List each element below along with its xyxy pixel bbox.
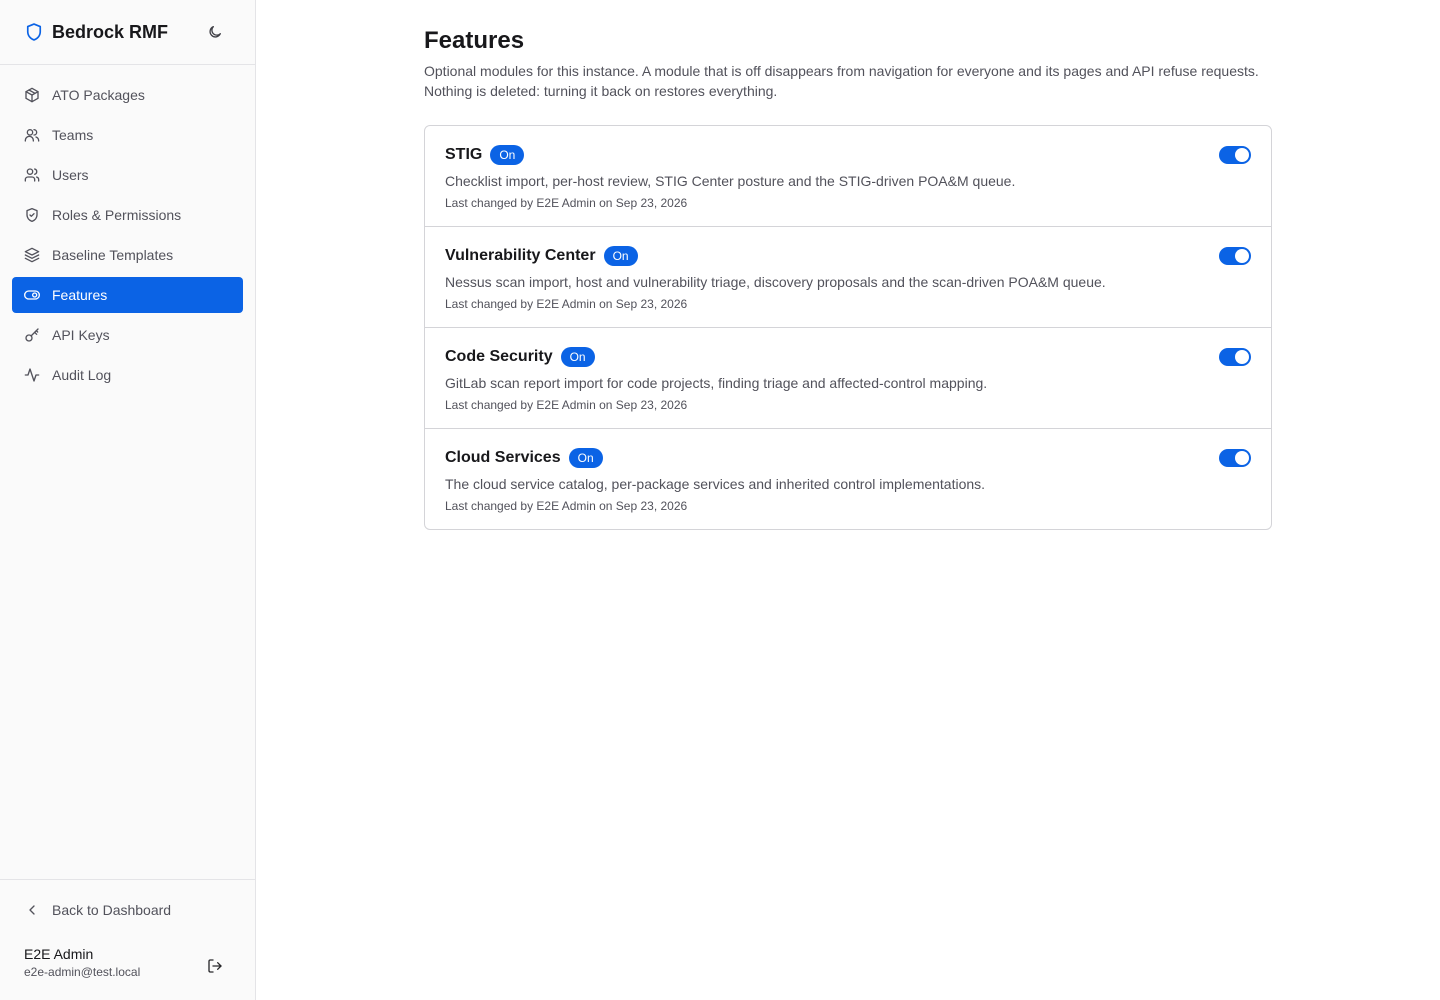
sidebar-item-audit-log[interactable]: Audit Log: [12, 357, 243, 393]
feature-last-changed: Last changed by E2E Admin on Sep 23, 202…: [445, 196, 688, 210]
sidebar-item-baseline-templates[interactable]: Baseline Templates: [12, 237, 243, 273]
status-badge: On: [490, 145, 525, 165]
status-badge: On: [560, 347, 595, 367]
toggle-knob: [1235, 148, 1249, 162]
status-badge: On: [603, 246, 638, 266]
feature-header: STIG On: [445, 145, 1251, 165]
page-title: Features: [424, 27, 525, 54]
sidebar: Bedrock RMF ATO Packages Teams Users Rol…: [0, 0, 256, 1000]
feature-name: STIG: [445, 146, 483, 163]
toggle-knob: [1235, 249, 1249, 263]
layers-icon: [24, 247, 40, 263]
feature-toggle-code-security[interactable]: [1219, 348, 1251, 366]
toggle-icon: [24, 287, 40, 303]
feature-header: Cloud Services On: [445, 448, 1251, 468]
feature-header: Code Security On: [445, 347, 1251, 367]
user-name: E2E Admin: [24, 946, 94, 962]
sidebar-item-label: Audit Log: [52, 367, 112, 383]
toggle-knob: [1235, 451, 1249, 465]
sidebar-item-ato-packages[interactable]: ATO Packages: [12, 77, 243, 113]
feature-toggle-stig[interactable]: [1219, 146, 1251, 164]
sidebar-item-label: API Keys: [52, 327, 110, 343]
feature-toggle-vulnerability-center[interactable]: [1219, 247, 1251, 265]
sidebar-item-roles-permissions[interactable]: Roles & Permissions: [12, 197, 243, 233]
sidebar-item-label: Users: [52, 167, 89, 183]
sidebar-item-api-keys[interactable]: API Keys: [12, 317, 243, 353]
feature-description: Nessus scan import, host and vulnerabili…: [445, 274, 1106, 290]
sidebar-nav: ATO Packages Teams Users Roles & Permiss…: [0, 65, 255, 409]
chevron-left-icon: [24, 902, 40, 918]
teams-icon: [24, 127, 40, 143]
users-icon: [24, 167, 40, 183]
shield-icon: [24, 22, 44, 42]
feature-last-changed: Last changed by E2E Admin on Sep 23, 202…: [445, 499, 688, 513]
feature-last-changed: Last changed by E2E Admin on Sep 23, 202…: [445, 398, 688, 412]
feature-card-stig: STIG On Checklist import, per-host revie…: [425, 126, 1271, 227]
activity-icon: [24, 367, 40, 383]
feature-description: The cloud service catalog, per-package s…: [445, 476, 986, 492]
toggle-knob: [1235, 350, 1249, 364]
feature-header: Vulnerability Center On: [445, 246, 1251, 266]
sidebar-item-label: ATO Packages: [52, 87, 145, 103]
user-email: e2e-admin@test.local: [24, 965, 141, 979]
status-badge: On: [568, 448, 603, 468]
feature-list: STIG On Checklist import, per-host revie…: [424, 125, 1272, 530]
feature-last-changed: Last changed by E2E Admin on Sep 23, 202…: [445, 297, 688, 311]
sidebar-item-label: Teams: [52, 127, 94, 143]
sidebar-item-label: Baseline Templates: [52, 247, 174, 263]
sidebar-footer: Back to Dashboard E2E Admin e2e-admin@te…: [0, 879, 255, 1000]
feature-toggle-cloud-services[interactable]: [1219, 449, 1251, 467]
main-content: Features Optional modules for this insta…: [424, 0, 1272, 530]
back-to-dashboard-link[interactable]: Back to Dashboard: [12, 892, 243, 928]
feature-card-code-security: Code Security On GitLab scan report impo…: [425, 328, 1271, 429]
user-block: E2E Admin e2e-admin@test.local: [0, 928, 255, 979]
app-title: Bedrock RMF: [52, 21, 169, 42]
sidebar-item-teams[interactable]: Teams: [12, 117, 243, 153]
feature-name: Vulnerability Center: [445, 247, 596, 264]
brand-header: Bedrock RMF: [0, 0, 255, 65]
feature-name: Code Security: [445, 348, 553, 365]
package-icon: [24, 87, 40, 103]
feature-card-cloud-services: Cloud Services On The cloud service cata…: [425, 429, 1271, 529]
sidebar-item-label: Features: [52, 287, 108, 303]
logout-icon[interactable]: [203, 954, 227, 978]
feature-card-vulnerability-center: Vulnerability Center On Nessus scan impo…: [425, 227, 1271, 328]
feature-description: GitLab scan report import for code proje…: [445, 375, 988, 391]
sidebar-item-features[interactable]: Features: [12, 277, 243, 313]
feature-name: Cloud Services: [445, 449, 561, 466]
sidebar-item-label: Roles & Permissions: [52, 207, 182, 223]
key-icon: [24, 327, 40, 343]
feature-description: Checklist import, per-host review, STIG …: [445, 173, 1016, 189]
sidebar-item-users[interactable]: Users: [12, 157, 243, 193]
moon-icon[interactable]: [203, 20, 227, 44]
page-description: Optional modules for this instance. A mo…: [424, 63, 1259, 99]
back-to-dashboard-label: Back to Dashboard: [52, 902, 172, 918]
shield-check-icon: [24, 207, 40, 223]
